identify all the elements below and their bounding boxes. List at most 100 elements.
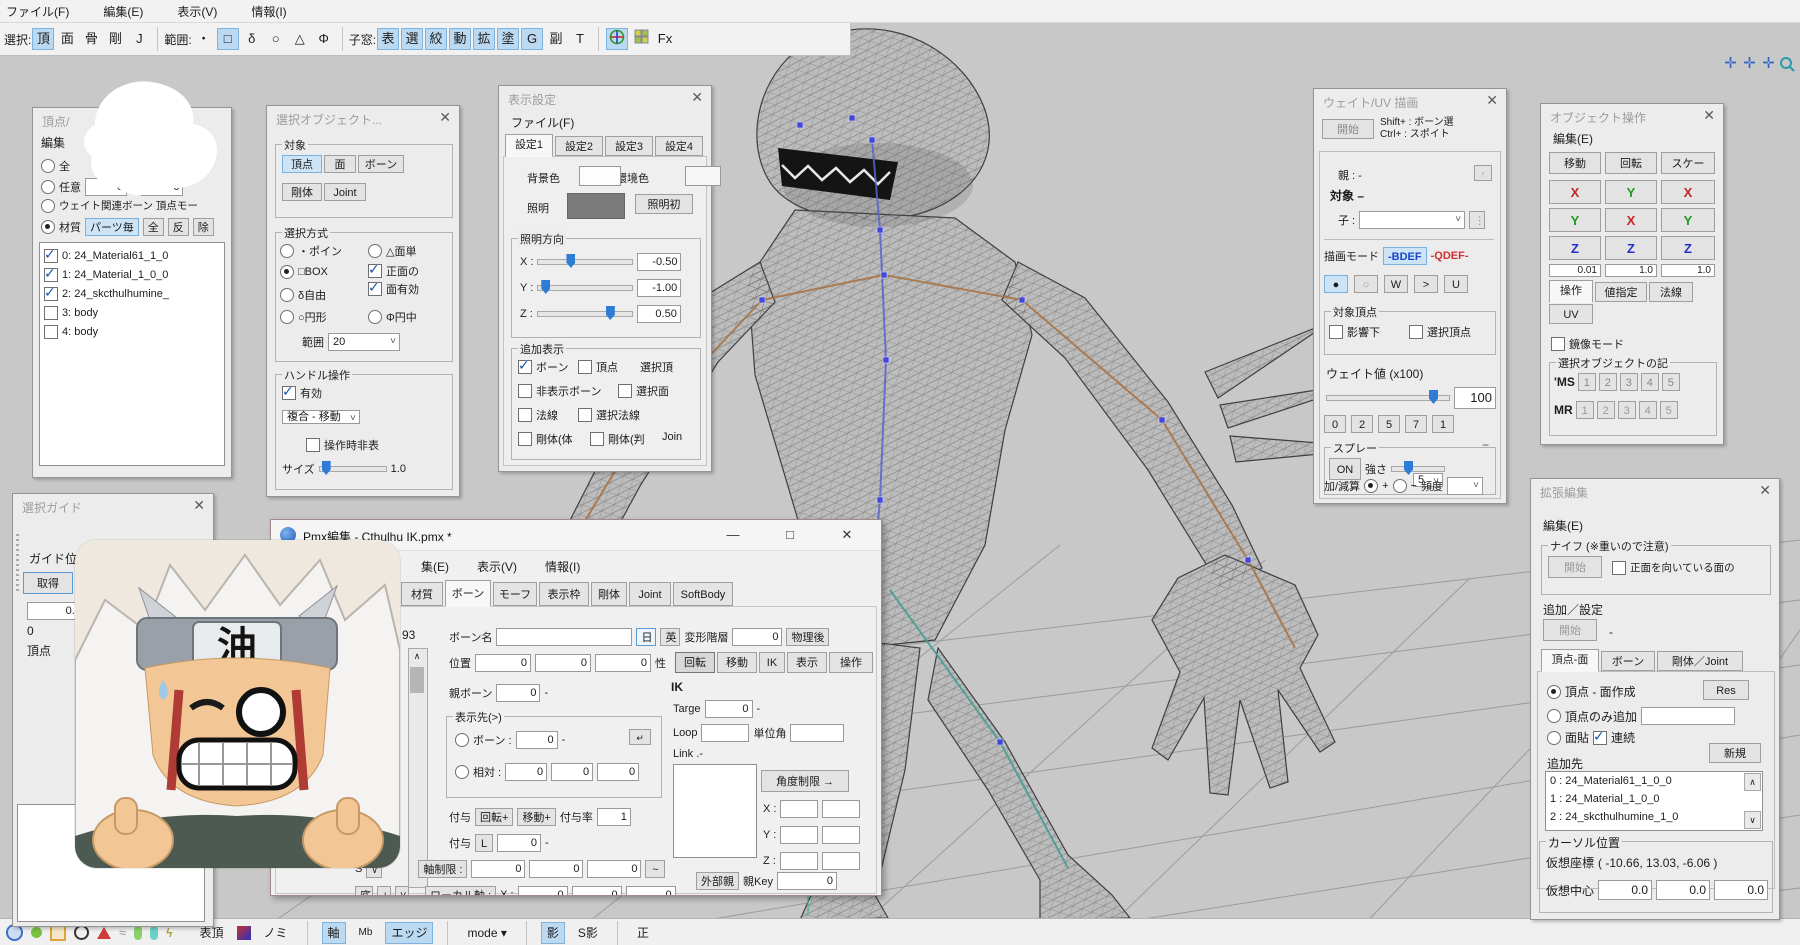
ms-3-button[interactable]: 3 — [1620, 373, 1638, 391]
plus-button[interactable]: + — [377, 886, 391, 896]
material-checkbox[interactable] — [44, 287, 58, 301]
bg-color-swatch[interactable] — [579, 166, 621, 186]
brush-w-button[interactable]: W — [1384, 275, 1408, 293]
preset-100-button[interactable]: 1 — [1432, 415, 1454, 433]
preset-25-button[interactable]: 2 — [1351, 415, 1373, 433]
handle-enabled-checkbox[interactable] — [282, 386, 296, 400]
rotate-x-button[interactable]: X — [1605, 208, 1657, 232]
range-free[interactable]: δ — [241, 28, 263, 50]
dest-item[interactable]: 0 : 24_Material61_1_0_0 — [1550, 775, 1672, 787]
fx-toggle[interactable]: Fx — [654, 28, 676, 50]
subwin-view[interactable]: 表 — [377, 28, 399, 50]
toolbar-select-joint[interactable]: J — [128, 28, 150, 50]
pos-z-input[interactable]: 0 — [595, 654, 651, 672]
rigid-a-checkbox[interactable] — [518, 432, 532, 446]
brush-circle-button[interactable]: ○ — [1354, 275, 1378, 293]
brush-u-button[interactable]: U — [1444, 275, 1468, 293]
scroll-thumb[interactable] — [410, 667, 424, 693]
scale-z-button[interactable]: Z — [1661, 236, 1715, 260]
front-view-toggle[interactable]: 正 — [632, 923, 654, 943]
local-x2-input[interactable]: 0 — [572, 886, 622, 896]
start-button[interactable]: 開始 — [1322, 119, 1374, 139]
hidden-bone-checkbox[interactable] — [518, 384, 532, 398]
parent-key-input[interactable]: 0 — [777, 872, 837, 890]
material-checkbox[interactable] — [44, 268, 58, 282]
axis-y-input[interactable]: 0 — [529, 860, 583, 878]
tab-material[interactable]: 材質 — [401, 582, 443, 606]
child-combo[interactable] — [1359, 211, 1465, 229]
paste-face-radio[interactable] — [1547, 731, 1561, 745]
prop-ik-toggle[interactable]: IK — [759, 652, 785, 673]
toolbar-select-vertex[interactable]: 頂 — [32, 28, 54, 50]
axis-limit-toggle[interactable]: 軸制限 : — [418, 860, 467, 878]
lightning-icon[interactable]: ϟ — [166, 926, 172, 940]
angle-limit-button[interactable]: 角度制限 → — [761, 770, 849, 792]
minimize-icon[interactable]: — — [711, 520, 755, 549]
radio-any[interactable] — [41, 180, 55, 194]
new-button[interactable]: 新規 — [1709, 743, 1761, 763]
drag-handle[interactable] — [16, 534, 19, 594]
range-tri[interactable]: △ — [289, 28, 311, 50]
grant-rotate-button[interactable]: 回転+ — [475, 808, 513, 826]
spray-minus[interactable]: − — [1482, 438, 1489, 452]
angle-y1-input[interactable] — [780, 826, 818, 844]
range-size-combo[interactable]: 20 — [328, 333, 400, 351]
nomi-toggle[interactable]: ノミ — [259, 923, 293, 943]
light-y-slider[interactable] — [537, 285, 633, 291]
bone-checkbox[interactable] — [518, 360, 532, 374]
mirror-checkbox[interactable] — [1551, 337, 1565, 351]
rotate-y-button[interactable]: Y — [1605, 180, 1657, 204]
bone-name-input[interactable] — [496, 628, 632, 646]
front-face-checkbox[interactable] — [1612, 561, 1626, 575]
child-side-button[interactable]: ⋮ — [1469, 211, 1485, 229]
caret-button[interactable]: ˅ — [395, 886, 409, 896]
grant-rate-input[interactable]: 1 — [597, 808, 631, 826]
light-z-value[interactable]: 0.50 — [637, 305, 681, 323]
rel-y-input[interactable]: 0 — [551, 763, 593, 781]
move-x-button[interactable]: X — [1549, 180, 1601, 204]
close-icon[interactable]: ✕ — [691, 90, 703, 104]
tab-morph[interactable]: モーフ — [493, 582, 537, 606]
axis-gizmo-icon[interactable] — [606, 28, 628, 50]
brush-gt-button[interactable]: > — [1414, 275, 1438, 293]
influence-checkbox[interactable] — [1329, 325, 1343, 339]
axis-toggle[interactable]: 軸 — [322, 922, 346, 944]
edit-menu[interactable]: 編集(E) — [1543, 517, 1583, 534]
prop-operate-toggle[interactable]: 操作 — [829, 652, 873, 673]
zoom-icon[interactable] — [1779, 56, 1795, 72]
disp-rel-radio[interactable] — [455, 765, 469, 779]
light-z-slider[interactable] — [537, 311, 633, 317]
en-button[interactable]: 英 — [660, 628, 680, 646]
bdef-button[interactable]: -BDEF — [1383, 247, 1427, 265]
mode-dropdown[interactable]: mode ▾ — [462, 923, 511, 943]
tab-bone[interactable]: ボーン — [1601, 651, 1655, 671]
remove-button[interactable]: 除 — [193, 218, 214, 236]
tab-normal[interactable]: 法線 — [1649, 282, 1693, 302]
ms-1-button[interactable]: 1 — [1578, 373, 1596, 391]
add-radio[interactable] — [1364, 479, 1378, 493]
pan-icon-1[interactable]: ✛ — [1722, 55, 1739, 72]
green-dot-icon[interactable] — [31, 927, 42, 938]
material-list[interactable]: 0: 24_Material61_1_0 1: 24_Material_1_0_… — [39, 242, 225, 466]
get-button[interactable]: 取得 — [23, 572, 73, 594]
preset-50-button[interactable]: 5 — [1378, 415, 1400, 433]
subwin-t[interactable]: T — [569, 28, 591, 50]
jp-button[interactable]: 日 — [636, 628, 656, 646]
light-x-value[interactable]: -0.50 — [637, 253, 681, 271]
axis-x-input[interactable]: 0 — [471, 860, 525, 878]
mb-toggle[interactable]: Mb — [354, 923, 378, 943]
menu-info[interactable]: 情報(I) — [251, 3, 286, 20]
light-y-value[interactable]: -1.00 — [637, 279, 681, 297]
tab-rigid-joint[interactable]: 剛体／Joint — [1657, 651, 1743, 671]
material-item[interactable]: 1: 24_Material_1_0_0 — [62, 269, 168, 281]
radio-circle-center[interactable] — [368, 310, 382, 324]
material-item[interactable]: 4: body — [62, 326, 98, 338]
material-item[interactable]: 2: 24_skcthulhumine_ — [62, 288, 169, 300]
scale-step-input[interactable]: 1.0 — [1661, 264, 1715, 277]
edit-menu[interactable]: 編集(E) — [1553, 130, 1593, 147]
tab-operate[interactable]: 操作 — [1549, 280, 1593, 303]
freq-combo[interactable] — [1447, 477, 1483, 495]
scroll-up-icon[interactable]: ∧ — [1744, 773, 1761, 791]
add-vertex-input[interactable] — [1641, 707, 1735, 725]
mr-2-button[interactable]: 2 — [1597, 401, 1615, 419]
